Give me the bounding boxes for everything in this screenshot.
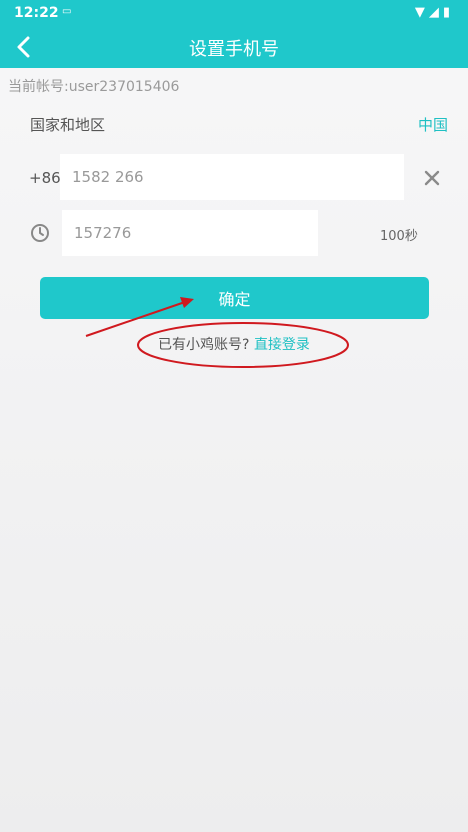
region-label: 国家和地区 xyxy=(30,116,106,134)
region-value[interactable]: 中国 xyxy=(418,114,448,135)
login-prompt: 已有小鸡账号? 直接登录 xyxy=(0,334,468,354)
verification-code-input[interactable] xyxy=(62,210,318,256)
login-prompt-text: 已有小鸡账号? xyxy=(158,337,254,353)
direct-login-link[interactable]: 直接登录 xyxy=(254,337,310,353)
system-icons: ▼◢▮ xyxy=(414,5,454,20)
country-code: +86 xyxy=(29,169,61,187)
clear-icon[interactable] xyxy=(420,166,444,190)
confirm-button[interactable]: 确定 xyxy=(40,277,429,319)
resend-countdown: 100秒 xyxy=(380,229,418,244)
status-bar: 12:22 ▭ ▼◢▮ xyxy=(0,0,468,26)
region-row[interactable]: 国家和地区 中国 xyxy=(0,100,468,146)
page-title: 设置手机号 xyxy=(189,39,279,60)
clock-icon xyxy=(29,222,51,244)
app-header: 设置手机号 xyxy=(0,26,468,68)
phone-input[interactable] xyxy=(60,154,404,200)
current-account: 当前帐号:user237015406 xyxy=(8,79,180,95)
status-time: 12:22 xyxy=(14,5,59,21)
notification-icon: ▭ xyxy=(62,6,72,17)
